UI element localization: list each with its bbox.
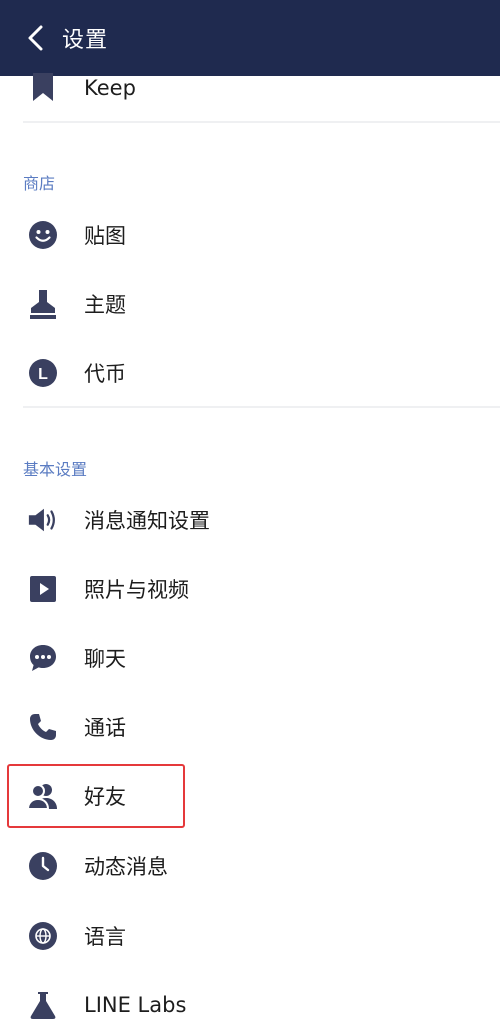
settings-item-themes[interactable]: 主题 — [0, 274, 500, 334]
section-title-basic: 基本设置 — [23, 460, 88, 479]
stamp-icon — [27, 288, 59, 320]
smiley-icon — [27, 219, 59, 251]
settings-item-label: 消息通知设置 — [84, 509, 210, 533]
divider — [23, 406, 500, 408]
settings-item-label: 聊天 — [84, 647, 126, 671]
settings-item-line-labs[interactable]: LINE Labs — [0, 975, 500, 1035]
bookmark-icon — [27, 72, 59, 104]
highlight-box — [7, 764, 185, 828]
settings-item-keep[interactable]: Keep — [0, 58, 500, 118]
settings-item-chats[interactable]: 聊天 — [0, 628, 500, 688]
settings-item-label: 代币 — [84, 362, 126, 386]
settings-item-notifications[interactable]: 消息通知设置 — [0, 490, 500, 550]
settings-item-label: 贴图 — [84, 224, 126, 248]
phone-icon — [27, 711, 59, 743]
coin-icon: L — [27, 357, 59, 389]
settings-item-label: 照片与视频 — [84, 578, 189, 602]
settings-item-label: LINE Labs — [84, 993, 187, 1017]
settings-item-label: 主题 — [84, 293, 126, 317]
settings-item-language[interactable]: 语言 — [0, 906, 500, 966]
divider — [23, 121, 500, 123]
settings-item-label: 通话 — [84, 716, 126, 740]
play-icon — [27, 573, 59, 605]
section-title-store: 商店 — [23, 174, 56, 193]
settings-item-coins[interactable]: L 代币 — [0, 343, 500, 403]
settings-item-timeline[interactable]: 动态消息 — [0, 836, 500, 896]
globe-icon — [27, 920, 59, 952]
settings-item-label: 动态消息 — [84, 855, 168, 879]
settings-item-photos-videos[interactable]: 照片与视频 — [0, 559, 500, 619]
page-title: 设置 — [62, 28, 109, 53]
chat-bubble-icon — [27, 642, 59, 674]
settings-item-stickers[interactable]: 贴图 — [0, 205, 500, 265]
flask-icon — [27, 989, 59, 1021]
settings-item-calls[interactable]: 通话 — [0, 697, 500, 757]
clock-icon — [27, 850, 59, 882]
speaker-icon — [27, 504, 59, 536]
svg-text:L: L — [38, 366, 48, 383]
settings-item-label: Keep — [84, 76, 136, 100]
settings-item-label: 语言 — [84, 925, 126, 949]
chevron-left-icon — [28, 25, 43, 51]
